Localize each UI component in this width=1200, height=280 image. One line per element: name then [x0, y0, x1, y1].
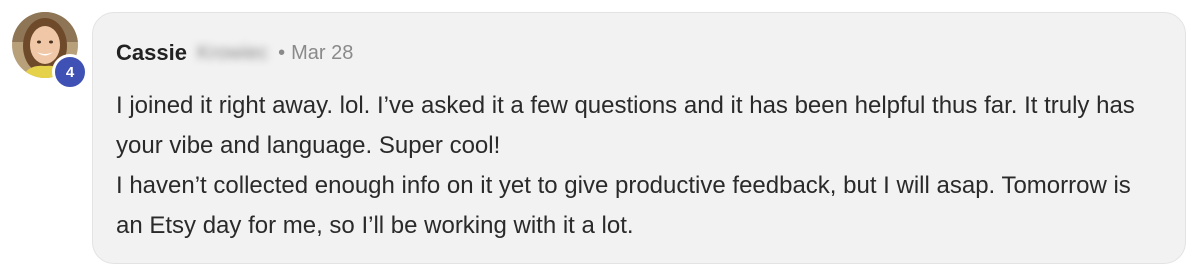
comment-bubble: Cassie Krowiec • Mar 28 I joined it righ…	[92, 12, 1186, 264]
comment-paragraph: I joined it right away. lol. I’ve asked …	[116, 92, 1135, 159]
comment-body: I joined it right away. lol. I’ve asked …	[116, 86, 1161, 246]
comment-item: 4 Cassie Krowiec • Mar 28 I joined it ri…	[0, 0, 1200, 280]
comment-date[interactable]: Mar 28	[291, 42, 353, 65]
author-first-name[interactable]: Cassie	[116, 40, 187, 66]
meta-separator: •	[278, 41, 286, 64]
comment-header: Cassie Krowiec • Mar 28	[116, 39, 1161, 67]
comment-paragraph: I haven’t collected enough info on it ye…	[116, 172, 1131, 239]
level-badge: 4	[52, 54, 88, 90]
author-avatar-wrap[interactable]: 4	[12, 12, 88, 90]
author-last-name-blurred[interactable]: Krowiec	[197, 42, 268, 65]
